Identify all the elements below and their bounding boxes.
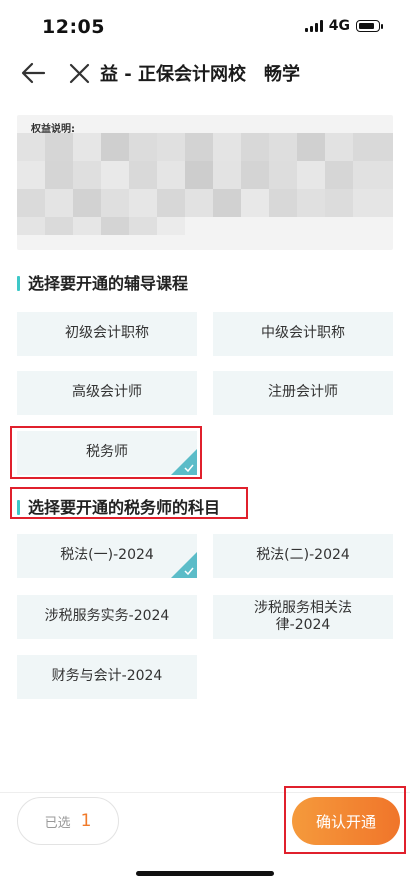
section-title-subjects: 选择要开通的税务师的科目 <box>17 494 220 518</box>
bottom-divider <box>0 792 410 793</box>
network-type: 4G <box>328 18 350 34</box>
page-title: 益 - 正保会计网校 畅学 <box>100 64 301 85</box>
option-label: 财务与会计-2024 <box>51 668 163 685</box>
check-icon <box>184 567 194 575</box>
battery-icon <box>356 20 383 32</box>
course-option[interactable]: 初级会计职称 <box>17 312 197 356</box>
option-label: 税法(二)-2024 <box>256 547 350 564</box>
confirm-button[interactable]: 确认开通 <box>292 797 400 845</box>
option-label: 初级会计职称 <box>65 325 149 342</box>
option-label: 高级会计师 <box>72 384 142 401</box>
course-option[interactable]: 注册会计师 <box>213 371 393 415</box>
subject-option-selected[interactable]: 税法(一)-2024 <box>17 534 197 578</box>
course-option[interactable]: 高级会计师 <box>17 371 197 415</box>
accent-bar <box>17 276 20 291</box>
benefit-description: 权益说明: <box>17 115 393 250</box>
selected-count: 1 <box>80 811 92 831</box>
blurred-text-block <box>17 133 393 250</box>
option-label: 涉税服务实务-2024 <box>44 608 170 625</box>
course-option-selected[interactable]: 税务师 <box>17 431 197 475</box>
signal-icon <box>304 20 323 32</box>
option-label: 税务师 <box>86 444 128 461</box>
selected-count-pill: 已选 1 <box>17 797 119 845</box>
selected-label: 已选 <box>44 815 71 831</box>
status-time: 12:05 <box>42 16 105 38</box>
back-arrow-icon[interactable] <box>18 58 48 88</box>
home-indicator[interactable] <box>136 871 274 876</box>
status-indicators: 4G <box>304 18 383 34</box>
close-icon[interactable] <box>66 60 94 88</box>
section-title-text: 选择要开通的辅导课程 <box>28 274 189 293</box>
section-title-text: 选择要开通的税务师的科目 <box>28 498 221 517</box>
option-label: 中级会计职称 <box>261 325 345 342</box>
check-icon <box>184 464 194 472</box>
option-label: 注册会计师 <box>268 384 338 401</box>
subject-option[interactable]: 财务与会计-2024 <box>17 655 197 699</box>
section-title-courses: 选择要开通的辅导课程 <box>17 270 188 294</box>
option-label: 涉税服务相关法律-2024 <box>254 599 352 634</box>
course-option[interactable]: 中级会计职称 <box>213 312 393 356</box>
subject-option[interactable]: 涉税服务实务-2024 <box>17 595 197 639</box>
accent-bar <box>17 500 20 515</box>
subject-option[interactable]: 涉税服务相关法律-2024 <box>213 595 393 639</box>
subject-option[interactable]: 税法(二)-2024 <box>213 534 393 578</box>
option-label: 税法(一)-2024 <box>60 547 154 564</box>
